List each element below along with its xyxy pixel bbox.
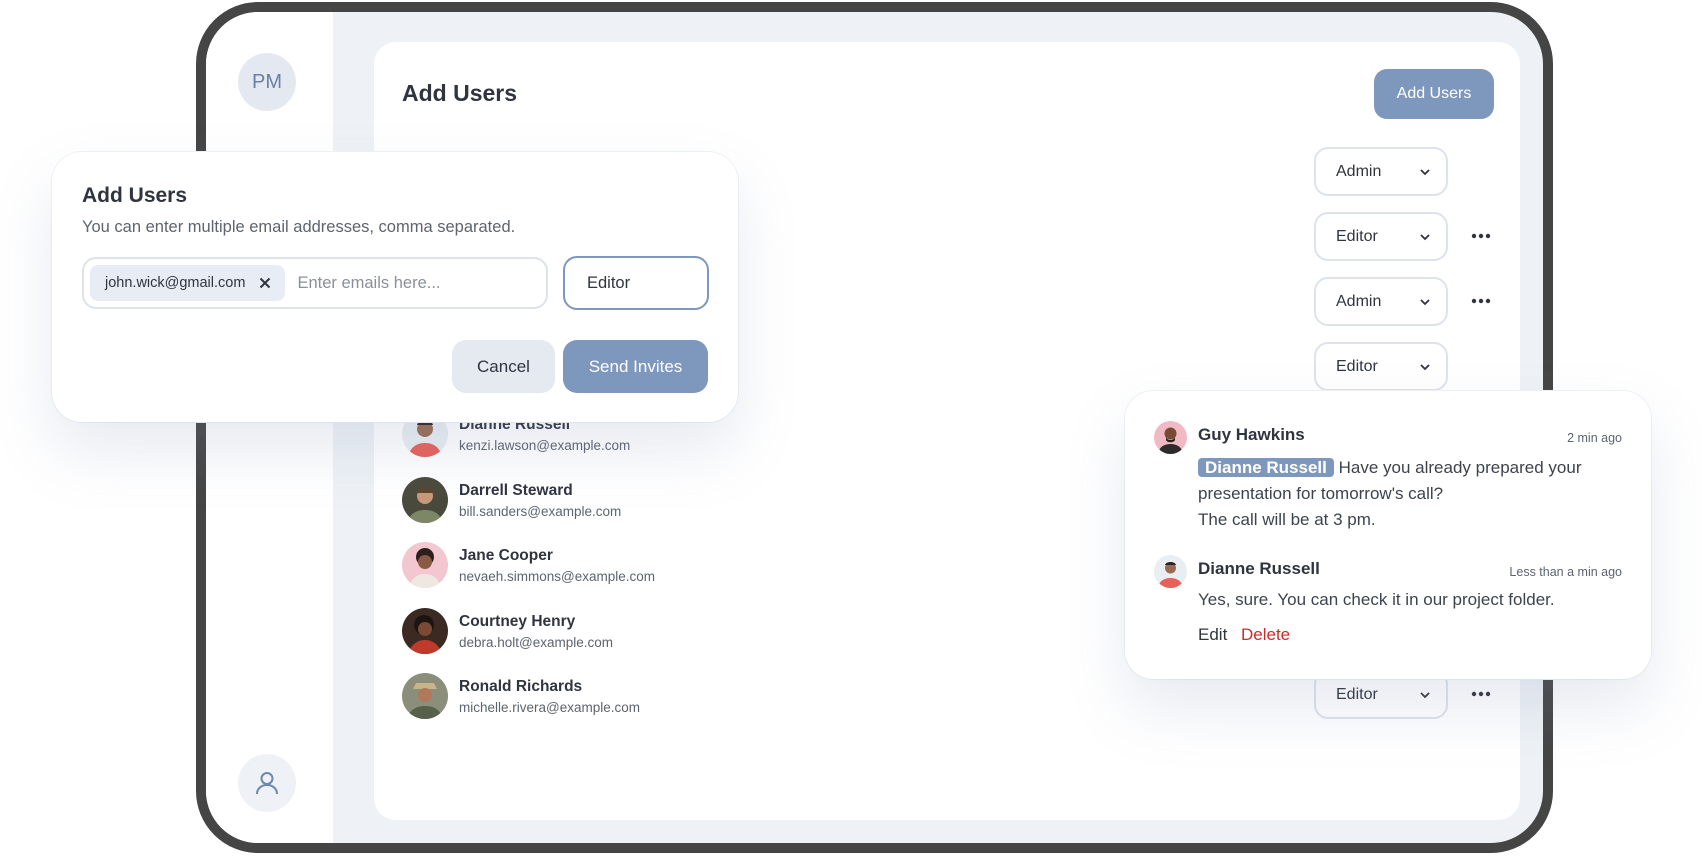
comment-line: Have you already prepared your — [1338, 458, 1582, 477]
comment-time: Less than a min ago — [1509, 565, 1622, 579]
modal-title: Add Users — [82, 184, 188, 207]
avatar — [402, 542, 448, 588]
role-select[interactable]: Editor — [1314, 342, 1448, 391]
comment-text: Yes, sure. You can check it in our proje… — [1198, 590, 1555, 609]
chevron-down-icon — [1420, 168, 1430, 175]
email-input[interactable] — [295, 272, 520, 294]
user-icon — [256, 772, 278, 795]
comment-text: Dianne Russell Have you already prepared… — [1198, 455, 1581, 533]
comment-thread: Guy Hawkins 2 min ago Dianne Russell Hav… — [1125, 391, 1651, 679]
cancel-button[interactable]: Cancel — [452, 340, 555, 393]
table-row[interactable]: Jane Cooper nevaeh.simmons@example.com — [402, 542, 655, 588]
user-email: kenzi.lawson@example.com — [459, 437, 631, 453]
chevron-down-icon — [1420, 233, 1430, 240]
chevron-down-icon — [1420, 363, 1430, 370]
role-select-value: Editor — [1336, 227, 1378, 245]
user-name: Courtney Henry — [459, 612, 576, 630]
table-row[interactable]: Courtney Henry debra.holt@example.com — [402, 608, 613, 654]
avatar[interactable]: PM — [238, 53, 296, 111]
role-select[interactable]: Admin — [1314, 277, 1448, 326]
role-select-value: Admin — [1336, 292, 1382, 310]
mention-tag[interactable]: Dianne Russell — [1198, 458, 1334, 477]
more-options-icon[interactable] — [1469, 682, 1493, 706]
delete-link[interactable]: Delete — [1241, 625, 1290, 645]
avatar — [402, 608, 448, 654]
user-email: debra.holt@example.com — [459, 634, 614, 650]
add-users-modal: Add Users You can enter multiple email a… — [52, 152, 738, 422]
role-dropdown[interactable]: Editor — [563, 256, 709, 310]
role-select-value: Admin — [1336, 162, 1382, 180]
more-options-icon[interactable] — [1469, 289, 1493, 313]
email-chip-label: john.wick@gmail.com — [105, 275, 246, 291]
chevron-down-icon — [1420, 298, 1430, 305]
email-chip: john.wick@gmail.com — [90, 265, 286, 301]
page-title: Add Users — [402, 80, 518, 106]
avatar — [1154, 555, 1187, 588]
user-name: Darrell Steward — [459, 481, 573, 499]
edit-link[interactable]: Edit — [1198, 625, 1227, 645]
close-icon[interactable] — [257, 275, 273, 291]
comment-time: 2 min ago — [1567, 431, 1622, 445]
send-invites-button[interactable]: Send Invites — [563, 340, 708, 393]
modal-subtitle: You can enter multiple email addresses, … — [82, 218, 516, 236]
avatar — [1154, 421, 1187, 454]
add-users-button[interactable]: Add Users — [1374, 69, 1494, 119]
comment-author: Dianne Russell — [1198, 559, 1320, 578]
chevron-down-icon — [1420, 691, 1430, 698]
user-email: bill.sanders@example.com — [459, 503, 622, 519]
avatar — [402, 477, 448, 523]
user-email: michelle.rivera@example.com — [459, 699, 641, 715]
role-select[interactable]: Editor — [1314, 212, 1448, 261]
comment-line: The call will be at 3 pm. — [1198, 510, 1376, 529]
comment-line: presentation for tomorrow's call? — [1198, 484, 1444, 503]
table-row[interactable]: Ronald Richards michelle.rivera@example.… — [402, 673, 640, 719]
sidebar: PM — [206, 12, 333, 843]
more-options-icon[interactable] — [1469, 224, 1493, 248]
user-email: nevaeh.simmons@example.com — [459, 568, 656, 584]
comment-author: Guy Hawkins — [1198, 425, 1305, 444]
email-field[interactable]: john.wick@gmail.com — [82, 257, 548, 309]
user-name: Jane Cooper — [459, 546, 553, 564]
role-select[interactable]: Admin — [1314, 147, 1448, 196]
role-select-value: Editor — [1336, 685, 1378, 703]
avatar — [402, 673, 448, 719]
user-name: Ronald Richards — [459, 677, 583, 695]
profile-button[interactable] — [238, 754, 296, 812]
table-row[interactable]: Darrell Steward bill.sanders@example.com — [402, 477, 621, 523]
role-select-value: Editor — [1336, 357, 1378, 375]
